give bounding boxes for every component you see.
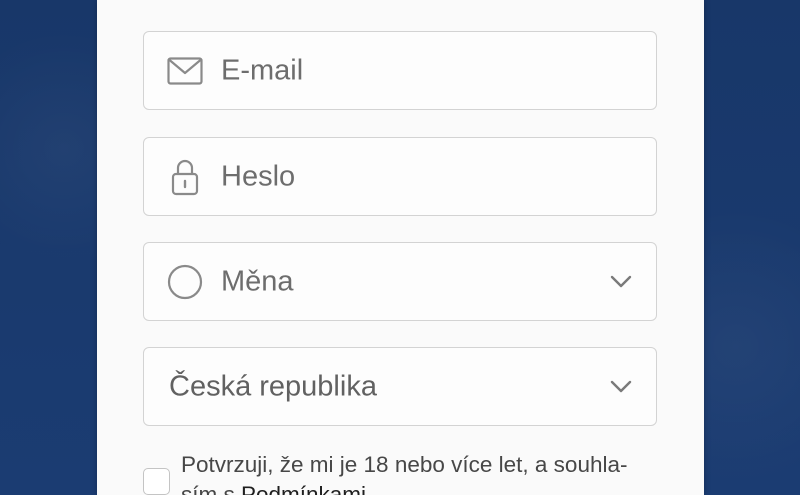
currency-select[interactable]: Měna xyxy=(143,242,657,321)
chevron-down-icon xyxy=(608,374,634,400)
password-field[interactable]: Heslo xyxy=(143,137,657,216)
password-placeholder: Heslo xyxy=(221,160,296,192)
lock-icon xyxy=(166,158,204,196)
email-placeholder: E-mail xyxy=(221,54,304,86)
country-select[interactable]: Česká republika xyxy=(143,347,657,426)
currency-placeholder: Měna xyxy=(221,265,294,297)
consent-text-line2: sím s xyxy=(181,482,241,495)
registration-form-panel: E-mail Heslo Měna Česká republika Potvrz… xyxy=(97,0,704,495)
terms-link[interactable]: Podmínkami xyxy=(241,482,366,495)
circle-icon xyxy=(166,263,204,301)
chevron-down-icon xyxy=(608,269,634,295)
consent-text-line1: Potvrzuji, že mi je 18 nebo více let, a … xyxy=(181,452,628,477)
consent-checkbox[interactable] xyxy=(143,468,170,495)
email-field[interactable]: E-mail xyxy=(143,31,657,110)
country-selected-value: Česká republika xyxy=(169,370,377,402)
consent-text: Potvrzuji, že mi je 18 nebo více let, a … xyxy=(181,450,661,495)
envelope-icon xyxy=(166,52,204,90)
consent-row: Potvrzuji, že mi je 18 nebo více let, a … xyxy=(143,450,663,495)
